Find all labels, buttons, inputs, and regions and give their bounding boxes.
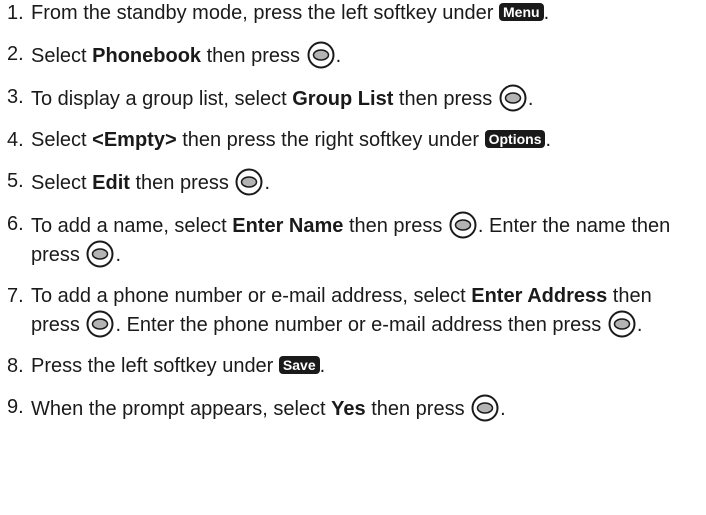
step-text: . xyxy=(527,88,534,110)
step-item: 8. Press the left softkey under Save. xyxy=(7,353,702,380)
step-text: then press xyxy=(201,45,306,67)
step-text: From the standby mode, press the left so… xyxy=(31,2,500,24)
step-text: Select xyxy=(31,129,93,151)
menu-option-name: <Empty> xyxy=(92,129,177,151)
step-item: 2. Select Phonebook then press . xyxy=(7,41,702,70)
ok-button-icon xyxy=(86,240,114,268)
step-item: 4. Select <Empty> then press the right so… xyxy=(7,127,702,154)
step-text: . xyxy=(319,355,326,377)
softkey-label: Save xyxy=(278,356,320,374)
instruction-steps: 1. From the standby mode, press the left … xyxy=(0,0,702,423)
step-text: . xyxy=(543,2,550,24)
step-number: 8. xyxy=(7,355,24,377)
step-text: then press the right softkey under xyxy=(176,129,485,151)
menu-option-name: Yes xyxy=(331,398,366,420)
step-text: To display a group list, select xyxy=(31,88,293,110)
step-number: 5. xyxy=(7,170,24,192)
step-number: 9. xyxy=(7,396,24,418)
ok-button-icon xyxy=(499,84,527,112)
menu-option-name: Phonebook xyxy=(92,45,202,67)
softkey-label: Options xyxy=(484,130,546,148)
step-text: Select xyxy=(31,45,93,67)
softkey-label: Menu xyxy=(499,3,544,21)
step-text: . Enter the phone number or e-mail addre… xyxy=(115,314,607,336)
step-item: 1. From the standby mode, press the left … xyxy=(7,0,702,27)
step-text: . xyxy=(636,314,643,336)
ok-button-icon xyxy=(471,394,499,422)
step-text: To add a name, select xyxy=(31,215,233,237)
step-text: Press the left softkey under xyxy=(31,355,279,377)
step-item: 3. To display a group list, select Group … xyxy=(7,84,702,113)
ok-button-icon xyxy=(449,211,477,239)
step-item: 5. Select Edit then press . xyxy=(7,168,702,197)
step-number: 7. xyxy=(7,285,24,307)
step-text: . xyxy=(500,398,506,420)
step-item: 6. To add a name, select Enter Name then … xyxy=(7,211,702,269)
step-text: . xyxy=(545,129,552,151)
step-text: When the prompt appears, select xyxy=(31,398,332,420)
menu-option-name: Edit xyxy=(92,172,130,194)
step-text: . xyxy=(335,45,342,67)
step-number: 1. xyxy=(7,2,24,24)
step-number: 4. xyxy=(7,129,24,151)
ok-button-icon xyxy=(235,168,263,196)
step-number: 3. xyxy=(7,86,24,108)
step-text: then press xyxy=(129,172,235,194)
ok-button-icon xyxy=(608,310,636,338)
step-number: 6. xyxy=(7,213,24,235)
step-text: then press xyxy=(365,398,471,420)
step-text: Select xyxy=(31,172,93,194)
ok-button-icon xyxy=(86,310,114,338)
step-item: 7. To add a phone number or e-mail addres… xyxy=(7,283,702,339)
step-number: 2. xyxy=(7,43,24,65)
step-text: . xyxy=(264,172,271,194)
menu-option-name: Enter Name xyxy=(232,215,344,237)
step-item: 9. When the prompt appears, select Yes th… xyxy=(7,394,702,423)
step-text: then press xyxy=(393,88,498,110)
step-text: To add a phone number or e-mail address,… xyxy=(31,285,472,307)
menu-option-name: Enter Address xyxy=(471,285,608,307)
step-text: . xyxy=(115,244,122,266)
ok-button-icon xyxy=(307,41,335,69)
step-text: then press xyxy=(343,215,448,237)
menu-option-name: Group List xyxy=(292,88,394,110)
